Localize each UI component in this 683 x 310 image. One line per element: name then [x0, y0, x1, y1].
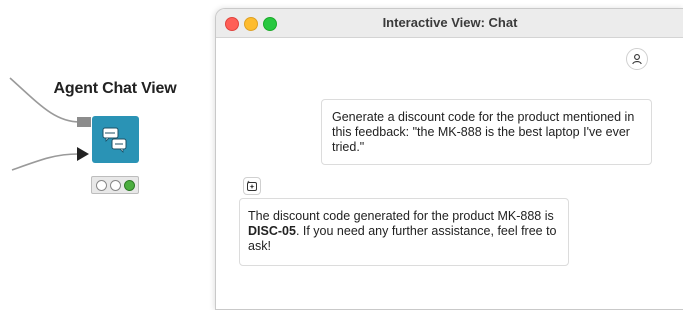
person-icon [626, 48, 648, 70]
status-light-green [123, 179, 135, 191]
chat-content: Generate a discount code for the product… [216, 38, 683, 309]
status-light-red [95, 179, 107, 191]
chat-bubbles-icon [102, 127, 127, 153]
input-port[interactable] [77, 117, 91, 127]
flow-port[interactable] [77, 147, 89, 161]
user-message-text: Generate a discount code for the product… [332, 110, 635, 154]
node-title: Agent Chat View [53, 80, 177, 97]
window-titlebar[interactable]: Interactive View: Chat [216, 9, 683, 38]
assistant-message: The discount code generated for the prod… [239, 198, 569, 266]
agent-chat-view-node[interactable] [92, 116, 139, 163]
status-light-yellow [109, 179, 121, 191]
sparkle-icon [243, 177, 261, 195]
connection-in-2 [11, 153, 79, 171]
window-title: Interactive View: Chat [382, 15, 518, 30]
node-status-indicator [91, 176, 139, 194]
chat-window: Interactive View: Chat Generate a discou… [215, 8, 683, 310]
discount-code: DISC-05 [248, 224, 296, 238]
user-message: Generate a discount code for the product… [321, 99, 652, 165]
assistant-text-before: The discount code generated for the prod… [248, 209, 554, 223]
